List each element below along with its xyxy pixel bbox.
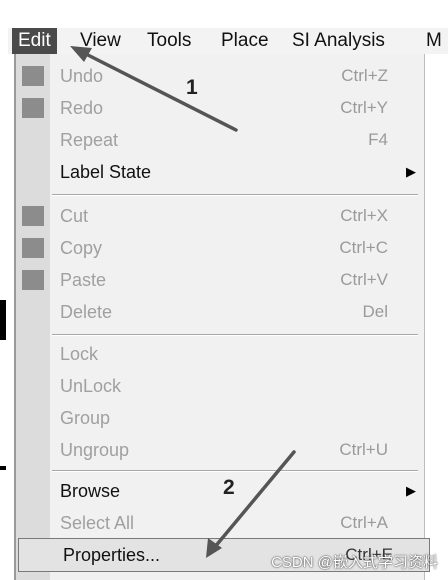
step-number-2: 2 [223,476,235,499]
arrow-2 [206,450,296,558]
csdn-watermark: CSDN @嵌入式学习资料 [271,554,438,571]
arrow-1 [70,46,238,132]
step-number-1: 1 [186,76,198,99]
